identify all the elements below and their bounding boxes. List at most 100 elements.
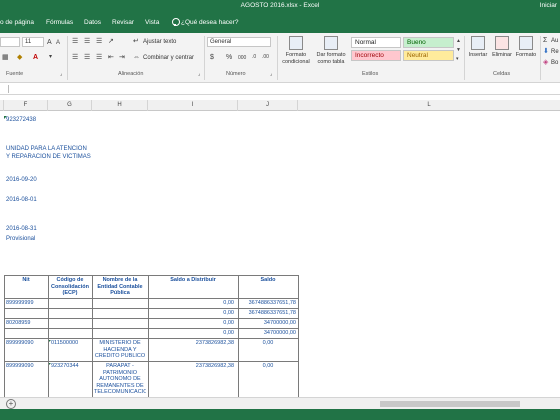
delete-cells-button[interactable]: Eliminar xyxy=(489,36,515,59)
table-cell[interactable]: 2373826982,38 xyxy=(150,340,234,347)
table-header-saldo-distribuir[interactable]: Saldo a Distribuir xyxy=(148,277,238,284)
align-center-icon[interactable]: ☰ xyxy=(84,53,90,62)
lightbulb-icon xyxy=(172,18,180,27)
table-cell[interactable]: 899999090 xyxy=(6,363,34,370)
tab-data[interactable]: Datos xyxy=(84,19,101,26)
insert-cells-icon xyxy=(471,36,485,50)
dropdown-arrow-icon[interactable]: ▾ xyxy=(49,53,52,62)
table-cell[interactable]: 34700000,00 xyxy=(240,330,296,337)
wrap-text-icon[interactable]: ↵ xyxy=(133,37,139,46)
column-header-i[interactable]: I xyxy=(148,100,238,111)
sign-in-link[interactable]: Iniciar xyxy=(540,2,557,9)
column-header-f[interactable]: F xyxy=(4,100,48,111)
borders-icon[interactable]: ▦ xyxy=(2,53,9,62)
table-cell[interactable]: 2373826982,38 xyxy=(150,363,234,370)
group-label-font: Fuente xyxy=(6,71,24,77)
number-dialog-launcher-icon[interactable]: ⌟ xyxy=(270,70,272,79)
clear-icon[interactable]: ◈ xyxy=(543,58,548,67)
column-header-g[interactable]: G xyxy=(48,100,92,111)
decrease-decimal-icon[interactable]: .00 xyxy=(262,53,269,62)
style-good[interactable]: Bueno xyxy=(403,37,454,48)
font-name-dropdown[interactable] xyxy=(0,37,20,47)
style-bad[interactable]: Incorrecto xyxy=(351,50,401,61)
table-cell[interactable]: 34700000,00 xyxy=(240,320,296,327)
decrease-font-icon[interactable]: A xyxy=(56,39,60,48)
number-format-dropdown[interactable]: General xyxy=(207,37,271,47)
align-left-icon[interactable]: ☰ xyxy=(72,53,78,62)
table-cell[interactable]: 0,00 xyxy=(150,310,234,317)
font-size-value: 11 xyxy=(25,39,32,45)
table-cell[interactable]: PARAPAT - PATRIMONIO AUTONOMO DE REMANEN… xyxy=(94,363,146,397)
separator xyxy=(540,36,541,80)
styles-more-icon[interactable]: ▾ xyxy=(456,55,459,64)
horizontal-scrollbar[interactable] xyxy=(380,401,520,407)
align-top-icon[interactable]: ☰ xyxy=(72,37,78,46)
alignment-dialog-launcher-icon[interactable]: ⌟ xyxy=(198,70,200,79)
formula-bar-divider xyxy=(8,85,9,93)
table-header-ecp[interactable]: Código de Consolidación (ECP) xyxy=(48,277,92,297)
table-header-nit[interactable]: Nit xyxy=(4,277,48,284)
conditional-format-button[interactable]: Formato condicional xyxy=(280,36,312,65)
style-normal[interactable]: Normal xyxy=(351,37,401,48)
font-color-icon[interactable]: A xyxy=(33,53,38,62)
column-header-j[interactable]: J xyxy=(238,100,298,111)
clear-button[interactable]: Bo xyxy=(551,60,558,66)
styles-scroll-down-icon[interactable]: ▼ xyxy=(456,46,461,55)
orientation-icon[interactable]: ↗ xyxy=(108,37,114,46)
tab-review[interactable]: Revisar xyxy=(112,19,134,26)
column-header-l[interactable]: L xyxy=(298,100,560,111)
align-right-icon[interactable]: ☰ xyxy=(96,53,102,62)
autosum-button[interactable]: Au xyxy=(551,38,558,44)
fill-button[interactable]: Re xyxy=(551,49,559,55)
formula-bar[interactable] xyxy=(0,83,560,95)
table-cell[interactable]: 0,00 xyxy=(150,330,234,337)
currency-format-button[interactable]: $ xyxy=(210,53,214,62)
tell-me-box[interactable]: ¿Qué desea hacer? xyxy=(181,19,238,26)
column-header-h[interactable]: H xyxy=(92,100,148,111)
table-cell[interactable]: 80208959 xyxy=(6,320,30,327)
format-cells-button[interactable]: Formato xyxy=(514,36,538,59)
table-border xyxy=(298,275,299,397)
styles-scroll-up-icon[interactable]: ▲ xyxy=(456,37,461,46)
fill-color-icon[interactable]: ◆ xyxy=(17,53,22,62)
table-cell[interactable]: 0,00 xyxy=(150,320,234,327)
wrap-text-button[interactable]: Ajustar texto xyxy=(143,39,176,45)
table-cell[interactable]: 3674886337651,78 xyxy=(240,300,296,307)
table-cell[interactable]: 899999090 xyxy=(6,340,34,347)
worksheet-grid[interactable]: 923272438 UNIDAD PARA LA ATENCION Y REPA… xyxy=(0,111,560,397)
autosum-icon[interactable]: Σ xyxy=(543,36,547,45)
align-bottom-icon[interactable]: ☰ xyxy=(96,37,102,46)
align-middle-icon[interactable]: ☰ xyxy=(84,37,90,46)
table-cell[interactable]: 0,00 xyxy=(240,363,296,370)
table-header-saldo[interactable]: Saldo xyxy=(238,277,298,284)
increase-font-icon[interactable]: A xyxy=(47,38,52,47)
table-cell[interactable]: 0,00 xyxy=(150,300,234,307)
tab-formulas[interactable]: Fórmulas xyxy=(46,19,73,26)
format-as-table-button[interactable]: Dar formato como tabla xyxy=(314,36,348,65)
decrease-indent-icon[interactable]: ⇤ xyxy=(108,53,114,62)
conditional-format-label: Formato condicional xyxy=(282,52,310,65)
tab-view[interactable]: Vista xyxy=(145,19,159,26)
table-cell[interactable]: 923270344 xyxy=(51,363,79,370)
tab-page-layout[interactable]: o de página xyxy=(0,19,34,26)
fill-icon[interactable]: ⬇ xyxy=(543,47,549,56)
style-neutral[interactable]: Neutral xyxy=(403,50,454,61)
font-dialog-launcher-icon[interactable]: ⌟ xyxy=(60,70,62,79)
delete-label: Eliminar xyxy=(492,52,512,58)
merge-center-icon[interactable]: ⇔ xyxy=(133,53,140,62)
font-size-dropdown[interactable]: 11 xyxy=(22,37,44,47)
percent-format-button[interactable]: % xyxy=(226,53,232,62)
increase-decimal-icon[interactable]: .0 xyxy=(252,53,256,62)
table-header-entity[interactable]: Nombre de la Entidad Contable Pública xyxy=(92,277,148,297)
table-cell[interactable]: MINISTERIO DE HACIENDA Y CREDITO PUBLICO xyxy=(94,340,146,360)
table-border xyxy=(48,275,49,397)
table-cell[interactable]: 899999999 xyxy=(6,300,34,307)
merge-center-button[interactable]: Combinar y centrar xyxy=(143,55,194,61)
table-cell[interactable]: 011500000 xyxy=(51,340,78,347)
add-sheet-button[interactable]: + xyxy=(6,399,16,409)
increase-indent-icon[interactable]: ⇥ xyxy=(119,53,125,62)
insert-cells-button[interactable]: Insertar xyxy=(466,36,490,59)
table-cell[interactable]: 0,00 xyxy=(240,340,296,347)
thousands-separator-button[interactable]: 000 xyxy=(238,54,246,63)
table-cell[interactable]: 3674886337651,78 xyxy=(240,310,296,317)
